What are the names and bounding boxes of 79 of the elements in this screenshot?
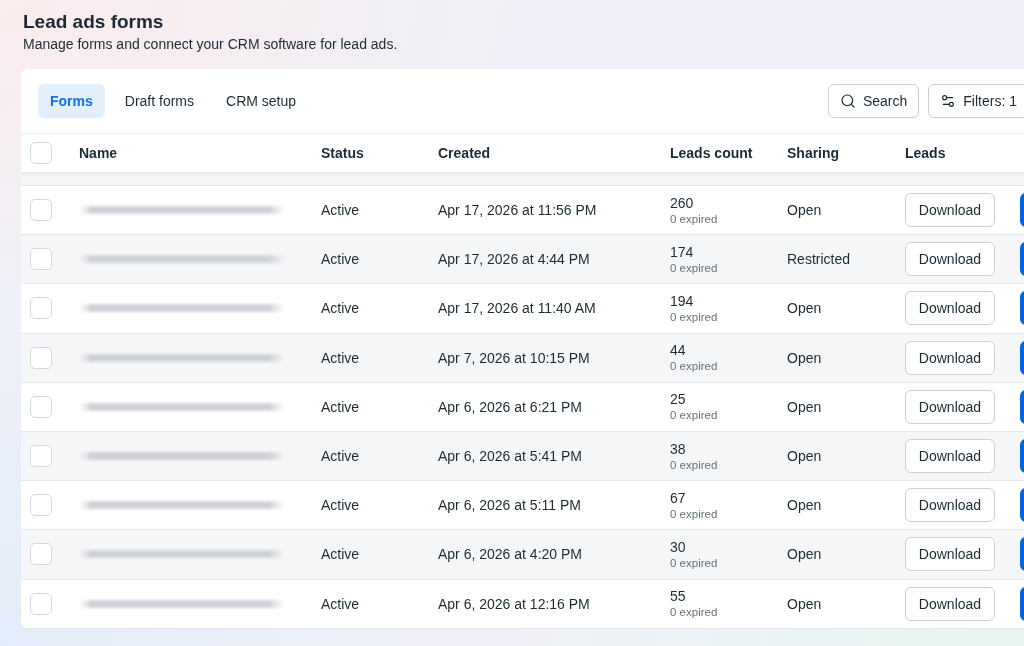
expired-count: 0 expired	[670, 408, 718, 423]
expired-count: 0 expired	[670, 605, 718, 620]
sharing-cell: Open	[787, 595, 822, 612]
checkbox[interactable]	[30, 543, 52, 566]
leads-count: 260	[670, 194, 694, 212]
created-cell: Apr 6, 2026 at 12:16 PM	[438, 595, 590, 612]
column-header: Created	[438, 145, 491, 161]
expired-count: 0 expired	[670, 555, 718, 570]
created-cell: Apr 6, 2026 at 5:41 PM	[438, 448, 582, 465]
status-cell: Active	[321, 546, 360, 563]
checkbox[interactable]	[30, 199, 52, 222]
created-cell: Apr 17, 2026 at 11:56 PM	[438, 202, 597, 219]
sliders-icon	[940, 93, 957, 109]
column-header: Leads count	[670, 145, 753, 161]
sharing-cell: Open	[787, 497, 822, 514]
leads-count: 38	[670, 440, 686, 458]
sharing-cell: Open	[787, 398, 822, 415]
sharing-cell: Open	[787, 546, 822, 563]
tab[interactable]: CRM setup	[214, 84, 309, 118]
column-header: Leads	[905, 145, 946, 161]
status-cell: Active	[321, 202, 360, 219]
sharing-cell: Open	[787, 300, 822, 317]
created-cell: Apr 6, 2026 at 4:20 PM	[438, 546, 582, 563]
sharing-cell: Open	[787, 349, 822, 366]
status-cell: Active	[321, 300, 360, 317]
status-cell: Active	[321, 497, 360, 514]
checkbox[interactable]	[30, 395, 52, 418]
page-title: Lead ads forms	[23, 11, 165, 33]
download-button[interactable]: Download	[905, 291, 995, 326]
column-header: Name	[79, 145, 118, 161]
expired-count: 0 expired	[670, 211, 718, 226]
page-subtitle: Manage forms and connect your CRM software for lead ads.	[23, 35, 399, 53]
checkbox[interactable]	[30, 592, 52, 615]
checkbox[interactable]	[30, 248, 52, 271]
status-cell: Active	[321, 398, 360, 415]
tab[interactable]: Draft forms	[112, 84, 207, 118]
created-cell: Apr 7, 2026 at 10:15 PM	[438, 349, 590, 366]
leads-count: 55	[670, 588, 686, 606]
leads-count: 25	[670, 391, 686, 409]
status-cell: Active	[321, 448, 360, 465]
status-cell: Active	[321, 251, 360, 268]
checkbox[interactable]	[30, 142, 52, 164]
search-icon	[839, 93, 856, 109]
download-button[interactable]: Download	[905, 586, 995, 621]
download-button[interactable]: Download	[905, 340, 995, 375]
download-button[interactable]: Download	[905, 537, 995, 572]
download-button[interactable]: Download	[905, 439, 995, 474]
status-cell: Active	[321, 349, 360, 366]
created-cell: Apr 6, 2026 at 6:21 PM	[438, 398, 582, 415]
download-button[interactable]: Download	[905, 488, 995, 523]
sharing-cell: Open	[787, 202, 822, 219]
column-header: Status	[321, 145, 364, 161]
checkbox[interactable]	[30, 297, 52, 320]
download-button[interactable]: Download	[905, 389, 995, 424]
leads-count: 67	[670, 489, 686, 507]
checkbox[interactable]	[30, 445, 52, 468]
created-cell: Apr 17, 2026 at 11:40 AM	[438, 300, 596, 317]
expired-count: 0 expired	[670, 260, 718, 275]
filters-button[interactable]: Filters: 1	[928, 84, 1024, 118]
download-button[interactable]: Download	[905, 242, 995, 277]
column-header: Sharing	[787, 145, 840, 161]
download-button[interactable]: Download	[905, 193, 995, 228]
leads-count: 194	[670, 292, 694, 310]
created-cell: Apr 6, 2026 at 5:11 PM	[438, 497, 581, 514]
checkbox[interactable]	[30, 346, 52, 369]
expired-count: 0 expired	[670, 359, 718, 374]
expired-count: 0 expired	[670, 457, 718, 472]
leads-count: 30	[670, 538, 686, 556]
status-cell: Active	[321, 595, 360, 612]
tab[interactable]: Forms	[38, 84, 105, 118]
leads-count: 174	[670, 243, 694, 261]
created-cell: Apr 17, 2026 at 4:44 PM	[438, 251, 590, 268]
expired-count: 0 expired	[670, 309, 718, 324]
sharing-cell: Restricted	[787, 251, 851, 268]
leads-count: 44	[670, 342, 686, 360]
expired-count: 0 expired	[670, 506, 718, 521]
checkbox[interactable]	[30, 494, 52, 517]
sharing-cell: Open	[787, 448, 822, 465]
search-button[interactable]: Search	[827, 84, 920, 118]
